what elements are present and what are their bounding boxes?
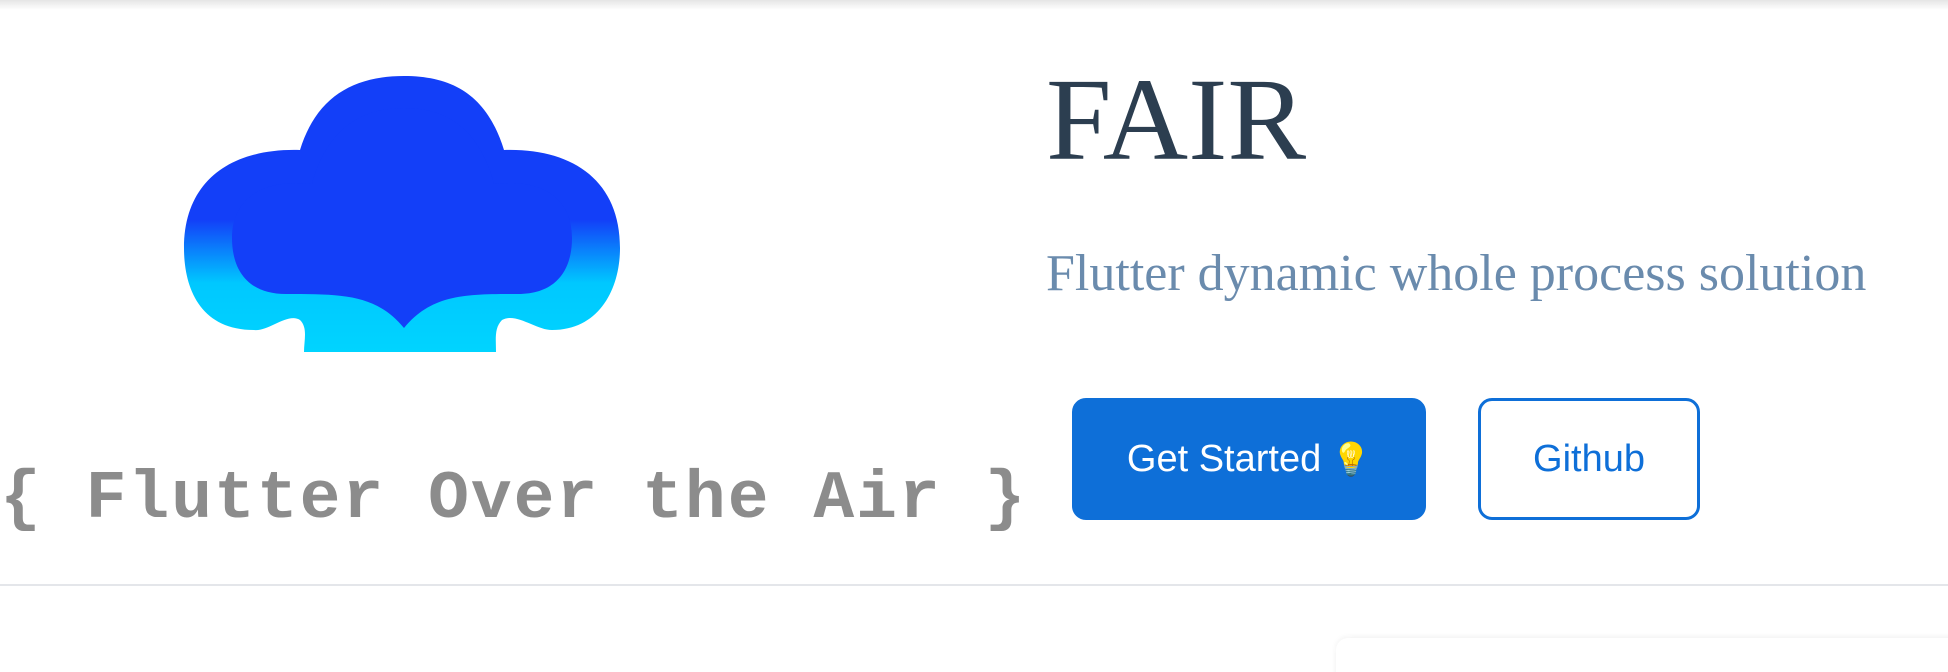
get-started-button[interactable]: Get Started 💡 — [1072, 398, 1426, 520]
logo: { Flutter Over the Air } — [0, 60, 1028, 540]
get-started-label: Get Started — [1126, 437, 1322, 480]
hero-actions: Get Started 💡 Github — [1072, 398, 1700, 520]
page: { Flutter Over the Air } FAIR Flutter dy… — [0, 0, 1948, 672]
feature-card — [1336, 638, 1948, 672]
hero-section: { Flutter Over the Air } FAIR Flutter dy… — [0, 0, 1948, 586]
logo-tagline: { Flutter Over the Air } — [0, 461, 1028, 538]
lightbulb-icon: 💡 — [1331, 441, 1372, 477]
hero-content: FAIR Flutter dynamic whole process solut… — [1046, 50, 1926, 520]
cloud-logo-icon — [184, 76, 620, 352]
github-button[interactable]: Github — [1478, 398, 1700, 520]
page-subtitle: Flutter dynamic whole process solution — [1046, 245, 1867, 302]
github-label: Github — [1533, 437, 1645, 480]
page-title: FAIR — [1046, 54, 1307, 185]
